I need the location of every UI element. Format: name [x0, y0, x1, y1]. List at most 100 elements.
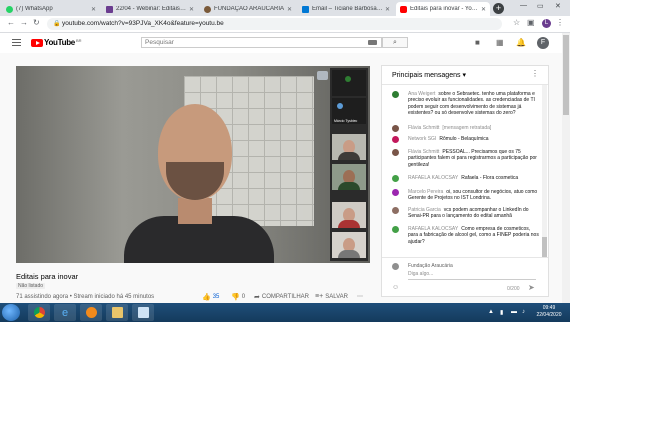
send-icon[interactable]: ➤ — [528, 283, 535, 292]
unlisted-badge: Não listado — [16, 283, 46, 289]
create-video-icon[interactable]: ■ — [475, 38, 480, 47]
chat-message: Flávia Schmitt PESSOAL... Precisamos que … — [392, 149, 540, 168]
chat-input[interactable]: Diga algo... — [408, 271, 536, 280]
author-name[interactable]: Flávia Schmitt — [408, 125, 439, 131]
participants-panel: Márcio Tysbiec — [330, 68, 368, 261]
search-icon: ⌕ — [393, 39, 397, 46]
participant-thumb — [332, 232, 366, 258]
account-avatar[interactable]: F — [537, 37, 549, 49]
like-button[interactable]: 👍 35 — [202, 293, 219, 301]
emoji-icon[interactable]: ☺ — [392, 284, 399, 291]
video-player[interactable]: Márcio Tysbiec — [16, 66, 370, 263]
close-icon[interactable]: ✕ — [189, 6, 194, 13]
star-icon[interactable]: ☆ — [513, 18, 520, 27]
apps-icon[interactable]: ▦ — [496, 38, 504, 47]
close-icon[interactable]: ✕ — [287, 6, 292, 13]
chat-message: Flávia Schmitt [mensagem retratada] — [392, 125, 540, 132]
minimize-icon[interactable]: — — [520, 2, 527, 9]
chevron-down-icon: ▾ — [462, 72, 466, 79]
author-name[interactable]: RAFAELA KALOCSAY — [408, 175, 458, 181]
participant-shoulders — [338, 152, 360, 160]
participant-shoulders — [338, 250, 360, 258]
tab-webinar[interactable]: 22/04 - Webinar: Editais para inovar✕ — [102, 2, 198, 16]
taskbar-window[interactable] — [132, 304, 154, 321]
extension-icon[interactable]: ▣ — [527, 18, 535, 27]
author-avatar — [392, 125, 399, 132]
window-icon — [137, 307, 149, 318]
message-body: RAFAELA KALOCSAY Como empresa de cosmetic… — [408, 226, 540, 245]
chat-scrollbar[interactable] — [542, 85, 547, 257]
share-icon: ➦ — [254, 294, 260, 301]
participant-thumb — [332, 164, 366, 190]
more-actions-button[interactable]: ⋯ — [357, 293, 363, 300]
taskbar-ie[interactable]: e — [54, 304, 76, 321]
dislike-button[interactable]: 👎 0 — [231, 293, 245, 301]
chat-message: Network SGI Rômulo - Belaquímica — [392, 136, 540, 143]
search-button[interactable]: ⌕ — [382, 37, 408, 48]
author-name[interactable]: Flávia Schmitt — [408, 149, 439, 155]
playlist-add-icon: ≡+ — [315, 293, 324, 300]
tray-network-icon[interactable]: ▮ — [500, 309, 503, 316]
chat-mode-dropdown[interactable]: Principais mensagens ▾ — [392, 71, 466, 79]
chat-message: RAFAELA KALOCSAY Como empresa de cosmetic… — [392, 226, 540, 245]
notifications-icon[interactable]: 🔔 — [516, 38, 526, 47]
tab-fundacao[interactable]: FUNDAÇÃO ARAUCÁRIA ✕ — [200, 2, 296, 16]
youtube-logo[interactable]: YouTube BR — [31, 38, 82, 47]
author-name[interactable]: Patricia Garcia — [408, 207, 441, 213]
message-body: Marcelo Pereira oi, sou consultor de negó… — [408, 189, 540, 202]
chat-message: Ana Weigert sobre o Sebraetec. tenho uma … — [392, 91, 540, 117]
menu-icon[interactable] — [12, 39, 21, 48]
author-name[interactable]: Network SGI — [408, 136, 436, 142]
chat-message: Marcelo Pereira oi, sou consultor de negó… — [392, 189, 540, 202]
author-name[interactable]: Ana Weigert — [408, 91, 435, 97]
start-button[interactable] — [2, 304, 20, 321]
screen-share-icon — [317, 71, 328, 80]
tab-youtube[interactable]: Editais para inovar - YouTube✕ — [396, 2, 490, 16]
search-input[interactable]: Pesquisar — [141, 37, 382, 48]
close-icon[interactable]: ✕ — [91, 6, 96, 13]
maximize-icon[interactable]: ▭ — [537, 2, 544, 10]
reload-icon[interactable]: ↻ — [33, 18, 40, 27]
share-button[interactable]: ➦ COMPARTILHAR — [254, 293, 309, 301]
author-avatar — [392, 189, 399, 196]
play-icon — [31, 38, 43, 47]
more-icon[interactable]: ⋮ — [556, 18, 564, 27]
forward-icon[interactable]: → — [20, 18, 28, 27]
participant-thumb — [332, 202, 366, 228]
chat-more-icon[interactable]: ⋮ — [531, 69, 539, 78]
author-name[interactable]: Marcelo Pereira — [408, 189, 443, 195]
folder-icon — [111, 307, 123, 318]
taskbar-clock[interactable]: 09:49 22/04/2020 — [532, 305, 566, 319]
address-bar-row: ← → ↻ 🔒 youtube.com/watch?v=93PJVa_XK4o&… — [0, 16, 570, 33]
chat-message: Patricia Garcia vcs podem acompanhar o Li… — [392, 207, 540, 220]
whatsapp-icon — [6, 5, 13, 13]
tray-volume-icon[interactable]: ♪ — [522, 309, 525, 315]
author-avatar — [392, 175, 399, 182]
taskbar-media[interactable] — [80, 304, 102, 321]
author-avatar — [392, 136, 399, 143]
taskbar-explorer[interactable] — [106, 304, 128, 321]
save-button[interactable]: ≡+ SALVAR — [315, 293, 348, 300]
speaker-neck — [178, 198, 212, 224]
tray-arrow-icon[interactable]: ▲ — [488, 309, 494, 315]
tray-battery-icon[interactable]: ▬ — [511, 309, 517, 315]
tab-outlook[interactable]: Email – Ticiane Barbosa – Outlook✕ — [298, 2, 394, 16]
tab-whatsapp[interactable]: (7) WhatsApp ✕ — [2, 2, 100, 16]
taskbar-chrome[interactable] — [28, 304, 50, 321]
author-avatar — [392, 226, 399, 233]
back-icon[interactable]: ← — [7, 18, 15, 27]
thumbs-down-icon: 👎 — [231, 294, 240, 301]
profile-avatar[interactable]: L — [542, 19, 551, 28]
new-tab-button[interactable]: + — [493, 3, 504, 14]
close-window-icon[interactable]: ✕ — [555, 2, 561, 10]
video-title: Editais para inovar — [16, 272, 79, 281]
participant-shoulders — [338, 220, 360, 228]
keyboard-icon[interactable] — [368, 40, 377, 45]
author-avatar — [392, 207, 399, 214]
video-stats: 71 assistindo agora • Stream iniciado há… — [16, 294, 155, 300]
author-name[interactable]: RAFAELA KALOCSAY — [408, 226, 458, 232]
close-icon[interactable]: ✕ — [481, 6, 486, 13]
close-icon[interactable]: ✕ — [385, 6, 390, 13]
page-scrollbar[interactable] — [562, 33, 570, 303]
address-bar[interactable]: 🔒 youtube.com/watch?v=93PJVa_XK4o&featur… — [47, 18, 502, 30]
